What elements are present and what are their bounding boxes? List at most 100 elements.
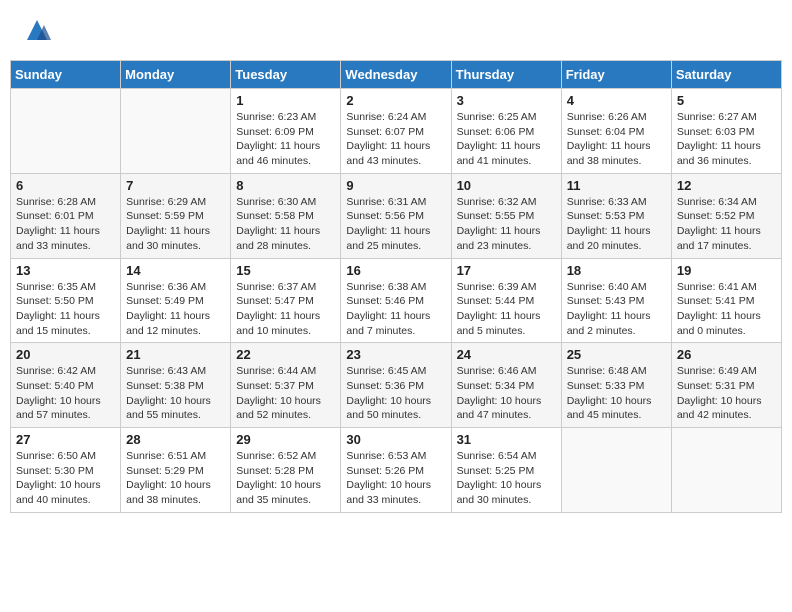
day-info: Sunrise: 6:25 AMSunset: 6:06 PMDaylight:… <box>457 110 556 169</box>
day-number: 9 <box>346 178 445 193</box>
day-number: 11 <box>567 178 666 193</box>
calendar-day-cell <box>11 89 121 174</box>
calendar-day-cell: 1 Sunrise: 6:23 AMSunset: 6:09 PMDaylight… <box>231 89 341 174</box>
calendar-day-cell: 2 Sunrise: 6:24 AMSunset: 6:07 PMDaylight… <box>341 89 451 174</box>
day-info: Sunrise: 6:50 AMSunset: 5:30 PMDaylight:… <box>16 449 115 508</box>
weekday-header: Thursday <box>451 61 561 89</box>
day-number: 23 <box>346 347 445 362</box>
day-info: Sunrise: 6:31 AMSunset: 5:56 PMDaylight:… <box>346 195 445 254</box>
weekday-header: Sunday <box>11 61 121 89</box>
day-number: 26 <box>677 347 776 362</box>
calendar-day-cell: 26 Sunrise: 6:49 AMSunset: 5:31 PMDayligh… <box>671 343 781 428</box>
calendar-day-cell: 5 Sunrise: 6:27 AMSunset: 6:03 PMDaylight… <box>671 89 781 174</box>
day-info: Sunrise: 6:53 AMSunset: 5:26 PMDaylight:… <box>346 449 445 508</box>
day-number: 31 <box>457 432 556 447</box>
day-number: 12 <box>677 178 776 193</box>
day-info: Sunrise: 6:28 AMSunset: 6:01 PMDaylight:… <box>16 195 115 254</box>
calendar-day-cell <box>671 428 781 513</box>
day-info: Sunrise: 6:23 AMSunset: 6:09 PMDaylight:… <box>236 110 335 169</box>
day-info: Sunrise: 6:38 AMSunset: 5:46 PMDaylight:… <box>346 280 445 339</box>
day-info: Sunrise: 6:41 AMSunset: 5:41 PMDaylight:… <box>677 280 776 339</box>
weekday-header: Tuesday <box>231 61 341 89</box>
calendar-day-cell: 9 Sunrise: 6:31 AMSunset: 5:56 PMDaylight… <box>341 173 451 258</box>
day-number: 21 <box>126 347 225 362</box>
day-number: 25 <box>567 347 666 362</box>
day-number: 6 <box>16 178 115 193</box>
calendar-week-row: 13 Sunrise: 6:35 AMSunset: 5:50 PMDayligh… <box>11 258 782 343</box>
calendar-day-cell: 31 Sunrise: 6:54 AMSunset: 5:25 PMDayligh… <box>451 428 561 513</box>
day-info: Sunrise: 6:45 AMSunset: 5:36 PMDaylight:… <box>346 364 445 423</box>
day-info: Sunrise: 6:40 AMSunset: 5:43 PMDaylight:… <box>567 280 666 339</box>
weekday-header: Monday <box>121 61 231 89</box>
logo-icon <box>22 15 52 45</box>
day-number: 1 <box>236 93 335 108</box>
calendar-day-cell: 16Sunrise: 6:38 AMSunset: 5:46 PMDayligh… <box>341 258 451 343</box>
calendar-day-cell: 13 Sunrise: 6:35 AMSunset: 5:50 PMDayligh… <box>11 258 121 343</box>
day-number: 20 <box>16 347 115 362</box>
page-header <box>10 10 782 50</box>
day-info: Sunrise: 6:42 AMSunset: 5:40 PMDaylight:… <box>16 364 115 423</box>
day-number: 29 <box>236 432 335 447</box>
day-number: 22 <box>236 347 335 362</box>
day-info: Sunrise: 6:54 AMSunset: 5:25 PMDaylight:… <box>457 449 556 508</box>
day-number: 13 <box>16 263 115 278</box>
calendar-day-cell: 29Sunrise: 6:52 AMSunset: 5:28 PMDayligh… <box>231 428 341 513</box>
weekday-header: Saturday <box>671 61 781 89</box>
day-info: Sunrise: 6:32 AMSunset: 5:55 PMDaylight:… <box>457 195 556 254</box>
calendar-day-cell: 17 Sunrise: 6:39 AMSunset: 5:44 PMDayligh… <box>451 258 561 343</box>
day-info: Sunrise: 6:44 AMSunset: 5:37 PMDaylight:… <box>236 364 335 423</box>
calendar-day-cell: 30Sunrise: 6:53 AMSunset: 5:26 PMDayligh… <box>341 428 451 513</box>
day-info: Sunrise: 6:34 AMSunset: 5:52 PMDaylight:… <box>677 195 776 254</box>
day-number: 17 <box>457 263 556 278</box>
calendar-week-row: 27 Sunrise: 6:50 AMSunset: 5:30 PMDayligh… <box>11 428 782 513</box>
day-number: 28 <box>126 432 225 447</box>
calendar-day-cell: 28 Sunrise: 6:51 AMSunset: 5:29 PMDayligh… <box>121 428 231 513</box>
calendar-day-cell: 22 Sunrise: 6:44 AMSunset: 5:37 PMDayligh… <box>231 343 341 428</box>
day-number: 2 <box>346 93 445 108</box>
calendar-week-row: 6 Sunrise: 6:28 AMSunset: 6:01 PMDaylight… <box>11 173 782 258</box>
calendar-day-cell: 23 Sunrise: 6:45 AMSunset: 5:36 PMDayligh… <box>341 343 451 428</box>
day-info: Sunrise: 6:37 AMSunset: 5:47 PMDaylight:… <box>236 280 335 339</box>
day-info: Sunrise: 6:26 AMSunset: 6:04 PMDaylight:… <box>567 110 666 169</box>
calendar-day-cell: 14Sunrise: 6:36 AMSunset: 5:49 PMDayligh… <box>121 258 231 343</box>
calendar-day-cell: 27 Sunrise: 6:50 AMSunset: 5:30 PMDayligh… <box>11 428 121 513</box>
day-info: Sunrise: 6:51 AMSunset: 5:29 PMDaylight:… <box>126 449 225 508</box>
day-number: 15 <box>236 263 335 278</box>
day-number: 27 <box>16 432 115 447</box>
calendar-week-row: 1 Sunrise: 6:23 AMSunset: 6:09 PMDaylight… <box>11 89 782 174</box>
day-number: 18 <box>567 263 666 278</box>
day-info: Sunrise: 6:35 AMSunset: 5:50 PMDaylight:… <box>16 280 115 339</box>
day-info: Sunrise: 6:49 AMSunset: 5:31 PMDaylight:… <box>677 364 776 423</box>
calendar-day-cell: 8Sunrise: 6:30 AMSunset: 5:58 PMDaylight… <box>231 173 341 258</box>
day-info: Sunrise: 6:24 AMSunset: 6:07 PMDaylight:… <box>346 110 445 169</box>
day-number: 8 <box>236 178 335 193</box>
calendar-header-row: SundayMondayTuesdayWednesdayThursdayFrid… <box>11 61 782 89</box>
calendar-day-cell <box>121 89 231 174</box>
day-number: 5 <box>677 93 776 108</box>
calendar-day-cell: 25 Sunrise: 6:48 AMSunset: 5:33 PMDayligh… <box>561 343 671 428</box>
day-info: Sunrise: 6:27 AMSunset: 6:03 PMDaylight:… <box>677 110 776 169</box>
day-number: 10 <box>457 178 556 193</box>
calendar-week-row: 20 Sunrise: 6:42 AMSunset: 5:40 PMDayligh… <box>11 343 782 428</box>
day-info: Sunrise: 6:33 AMSunset: 5:53 PMDaylight:… <box>567 195 666 254</box>
calendar-day-cell: 10 Sunrise: 6:32 AMSunset: 5:55 PMDayligh… <box>451 173 561 258</box>
calendar-day-cell: 19Sunrise: 6:41 AMSunset: 5:41 PMDayligh… <box>671 258 781 343</box>
calendar-day-cell: 11 Sunrise: 6:33 AMSunset: 5:53 PMDayligh… <box>561 173 671 258</box>
day-info: Sunrise: 6:48 AMSunset: 5:33 PMDaylight:… <box>567 364 666 423</box>
day-info: Sunrise: 6:43 AMSunset: 5:38 PMDaylight:… <box>126 364 225 423</box>
weekday-header: Friday <box>561 61 671 89</box>
day-info: Sunrise: 6:39 AMSunset: 5:44 PMDaylight:… <box>457 280 556 339</box>
calendar-day-cell: 18 Sunrise: 6:40 AMSunset: 5:43 PMDayligh… <box>561 258 671 343</box>
calendar-day-cell: 24Sunrise: 6:46 AMSunset: 5:34 PMDayligh… <box>451 343 561 428</box>
weekday-header: Wednesday <box>341 61 451 89</box>
calendar-day-cell: 6 Sunrise: 6:28 AMSunset: 6:01 PMDaylight… <box>11 173 121 258</box>
calendar-day-cell <box>561 428 671 513</box>
calendar-day-cell: 21 Sunrise: 6:43 AMSunset: 5:38 PMDayligh… <box>121 343 231 428</box>
day-info: Sunrise: 6:46 AMSunset: 5:34 PMDaylight:… <box>457 364 556 423</box>
calendar-day-cell: 3Sunrise: 6:25 AMSunset: 6:06 PMDaylight… <box>451 89 561 174</box>
day-info: Sunrise: 6:36 AMSunset: 5:49 PMDaylight:… <box>126 280 225 339</box>
calendar-day-cell: 7Sunrise: 6:29 AMSunset: 5:59 PMDaylight… <box>121 173 231 258</box>
calendar-day-cell: 15 Sunrise: 6:37 AMSunset: 5:47 PMDayligh… <box>231 258 341 343</box>
calendar-day-cell: 4Sunrise: 6:26 AMSunset: 6:04 PMDaylight… <box>561 89 671 174</box>
calendar-day-cell: 12 Sunrise: 6:34 AMSunset: 5:52 PMDayligh… <box>671 173 781 258</box>
